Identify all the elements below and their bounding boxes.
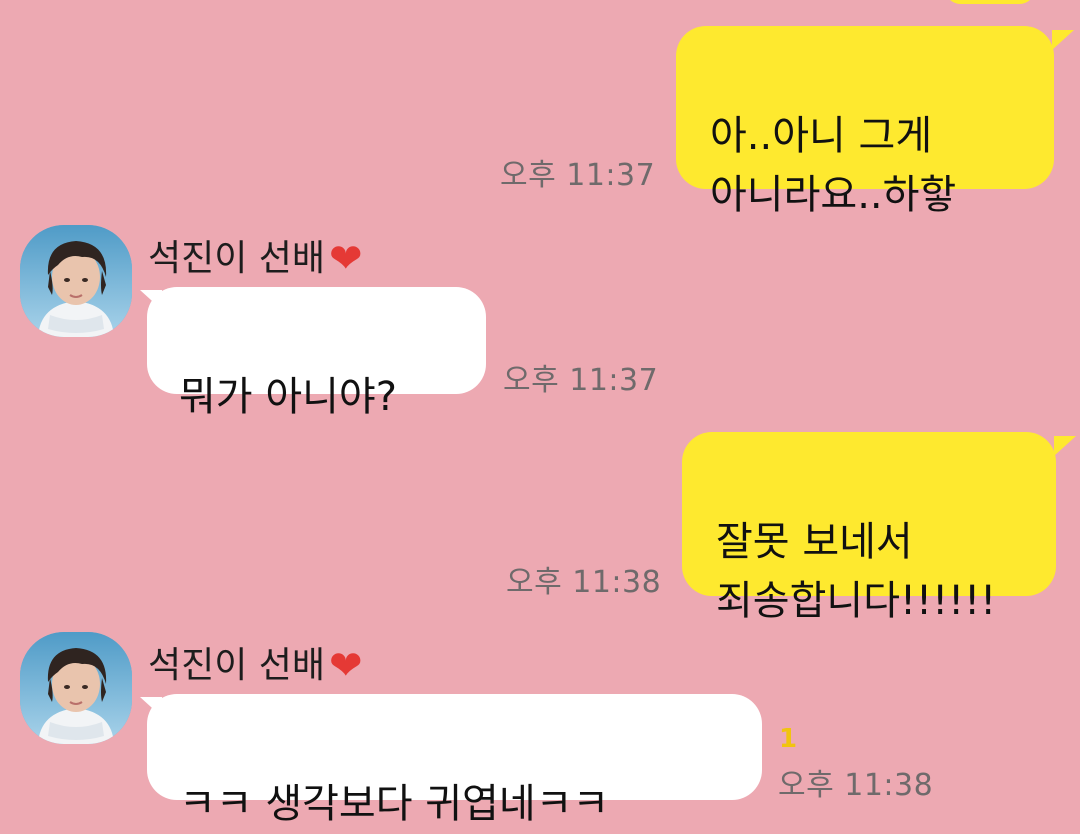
heart-icon: ❤ bbox=[329, 236, 363, 282]
bubble-tail bbox=[1052, 30, 1074, 50]
their-message-bubble[interactable]: 뭐가 아니야? bbox=[147, 287, 486, 420]
their-message-bubble[interactable]: ㅋㅋ 생각보다 귀엽네ㅋㅋ bbox=[147, 694, 762, 827]
sender-name-text: 석진이 선배 bbox=[148, 238, 326, 279]
message-time: 오후 11:37 bbox=[503, 363, 659, 398]
previous-message-bubble[interactable] bbox=[944, 0, 1036, 4]
my-message-bubble[interactable]: 잘못 보네서 죄송합니다!!!!!! bbox=[682, 432, 1056, 624]
sender-name-text: 석진이 선배 bbox=[148, 645, 326, 686]
chat-area[interactable]: 아..아니 그게 아니라요..하핳 오후 11:37 석진이 선배 ❤ 뭐가 아… bbox=[0, 0, 1080, 827]
message-text: 잘못 보네서 죄송합니다!!!!!! bbox=[716, 519, 997, 624]
sender-avatar[interactable] bbox=[20, 225, 132, 337]
message-time: 오후 11:38 bbox=[778, 768, 934, 803]
profile-photo-icon bbox=[20, 632, 132, 744]
message-text: 뭐가 아니야? bbox=[179, 374, 397, 420]
my-message-bubble[interactable]: 아..아니 그게 아니라요..하핳 bbox=[676, 26, 1054, 218]
profile-photo-icon bbox=[20, 225, 132, 337]
bubble-tail bbox=[1054, 436, 1076, 456]
message-time: 오후 11:38 bbox=[506, 565, 662, 600]
message-time: 오후 11:37 bbox=[500, 158, 656, 193]
heart-icon: ❤ bbox=[329, 643, 363, 689]
sender-name: 석진이 선배 ❤ bbox=[148, 229, 363, 282]
sender-avatar[interactable] bbox=[20, 632, 132, 744]
unread-count: 1 bbox=[779, 724, 798, 754]
message-text: ㅋㅋ 생각보다 귀엽네ㅋㅋ bbox=[179, 781, 610, 827]
sender-name: 석진이 선배 ❤ bbox=[148, 636, 363, 689]
message-text: 아..아니 그게 아니라요..하핳 bbox=[710, 113, 957, 218]
